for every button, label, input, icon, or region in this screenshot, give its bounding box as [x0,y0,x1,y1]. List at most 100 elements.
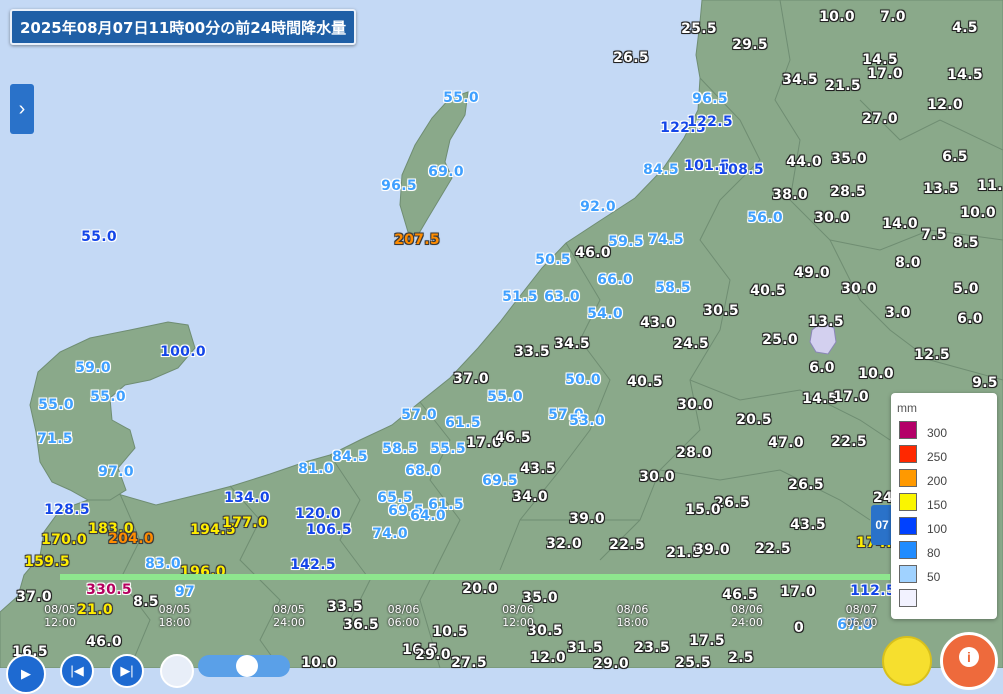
tick-date: 08/06 [387,603,420,616]
legend-label: 250 [927,450,948,464]
rainfall-value-label: 330.5 [86,582,132,598]
rainfall-value-label: 55.0 [81,229,117,245]
timeline-tick[interactable]: 08/05 24:00 [273,603,305,629]
legend-label: 80 [927,546,941,560]
play-button[interactable]: ▶ [6,654,46,694]
rainfall-value-label: 84.5 [643,162,679,178]
rainfall-value-label: 7.0 [880,9,906,25]
legend: mm 300 250 200 150 100 80 50 [891,393,997,619]
rainfall-value-label: 8.0 [895,255,921,271]
rainfall-value-label: 25.5 [675,655,711,671]
rainfall-value-label: 134.0 [224,490,270,506]
rainfall-value-label: 6.0 [809,360,835,376]
timeline-tick[interactable]: 08/06 06:00 [388,603,420,629]
rainfall-value-label: 0 [793,620,805,636]
rainfall-value-label: 43.5 [520,461,556,477]
rainfall-value-label: 128.5 [44,502,90,518]
rainfall-value-label: 46.5 [722,587,758,603]
rainfall-value-label: 66.0 [597,272,633,288]
rainfall-value-label: 34.0 [512,489,548,505]
rainfall-value-label: 27.5 [451,655,487,671]
timeline-bar[interactable] [60,574,890,580]
rainfall-value-label: 31.5 [567,640,603,656]
tick-time: 18:00 [158,616,191,629]
step-back-button[interactable]: |◀ [60,654,94,688]
tick-time: 18:00 [616,616,649,629]
rainfall-value-label: 25.0 [762,332,798,348]
rainfall-value-label: 30.0 [814,210,850,226]
rainfall-value-label: 57.0 [401,407,437,423]
rainfall-value-label: 64.0 [410,508,446,524]
rainfall-value-label: 50.5 [535,252,571,268]
rainfall-value-label: 50.0 [565,372,601,388]
rainfall-value-label: 37.0 [453,371,489,387]
legend-label: 150 [927,498,948,512]
rainfall-value-label: 61.5 [445,415,481,431]
rainfall-value-label: 12.0 [530,650,566,666]
chevron-right-icon: › [18,97,26,120]
legend-label: 100 [927,522,948,536]
legend-swatch [899,493,917,511]
legend-swatch [899,565,917,583]
legend-label: 50 [927,570,941,584]
timeline-tick[interactable]: 08/07 06:00 [846,603,878,629]
rainfall-value-label: 69.5 [482,473,518,489]
legend-item: 300 [899,415,947,439]
timeline-tick[interactable]: 08/05 18:00 [159,603,191,629]
opacity-slider-handle[interactable] [236,655,258,677]
rainfall-value-label: 84.5 [332,449,368,465]
tick-time: 12:00 [502,616,534,629]
rainfall-value-label: 46.0 [86,634,122,650]
rainfall-value-label: 122.5 [687,114,733,130]
rainfall-value-label: 39.0 [569,511,605,527]
rainfall-value-label: 11. [977,178,1003,194]
legend-item: 250 [899,439,947,463]
rainfall-value-label: 21.0 [77,602,113,618]
rainfall-value-label: 56.0 [747,210,783,226]
legend-item [899,583,927,607]
speed-dial[interactable] [160,654,194,688]
rainfall-value-label: 17.0 [780,584,816,600]
help-person-icon[interactable] [882,636,932,686]
timeline-tick[interactable]: 08/06 24:00 [731,603,763,629]
rainfall-value-label: 36.5 [343,617,379,633]
info-glyph: i [959,647,979,667]
legend-label: 200 [927,474,948,488]
rainfall-value-label: 96.5 [381,178,417,194]
rainfall-value-label: 26.5 [613,50,649,66]
rainfall-value-label: 30.0 [841,281,877,297]
tick-date: 08/05 [273,603,305,616]
rainfall-labels: 10.0 7.0 4.5 25.5 29.5 26.5 14.5 17.0 14.5 34.5 21… [0,0,1003,672]
info-book-icon[interactable]: i [940,632,998,690]
rainfall-value-label: 58.5 [382,441,418,457]
rainfall-value-label: 142.5 [290,557,336,573]
timeline-tick[interactable]: 08/05 12:00 [44,603,76,629]
rainfall-value-label: 59.0 [75,360,111,376]
rainfall-value-label: 4.5 [952,20,978,36]
legend-item: 200 [899,463,947,487]
rainfall-value-label: 55.0 [90,389,126,405]
current-time-marker[interactable]: 07 [871,505,893,545]
timeline-tick[interactable]: 08/06 18:00 [617,603,649,629]
rainfall-value-label: 33.5 [514,344,550,360]
rainfall-value-label: 54.0 [587,306,623,322]
timeline-tick[interactable]: 08/06 12:00 [502,603,534,629]
rainfall-value-label: 43.0 [640,315,676,331]
rainfall-value-label: 29.0 [593,656,629,672]
rainfall-value-label: 13.5 [808,314,844,330]
legend-item: 80 [899,535,940,559]
rainfall-value-label: 47.0 [768,435,804,451]
side-panel-toggle[interactable]: › [10,84,34,134]
rainfall-value-label: 40.5 [627,374,663,390]
rainfall-value-label: 170.0 [41,532,87,548]
rainfall-value-label: 120.0 [295,506,341,522]
rainfall-value-label: 10.0 [960,205,996,221]
rainfall-value-label: 34.5 [554,336,590,352]
rainfall-value-label: 10.0 [858,366,894,382]
step-forward-button[interactable]: ▶| [110,654,144,688]
rainfall-value-label: 58.5 [655,280,691,296]
tick-date: 08/06 [502,603,534,616]
legend-item: 150 [899,487,947,511]
rainfall-value-label: 81.0 [298,461,334,477]
legend-swatch [899,541,917,559]
